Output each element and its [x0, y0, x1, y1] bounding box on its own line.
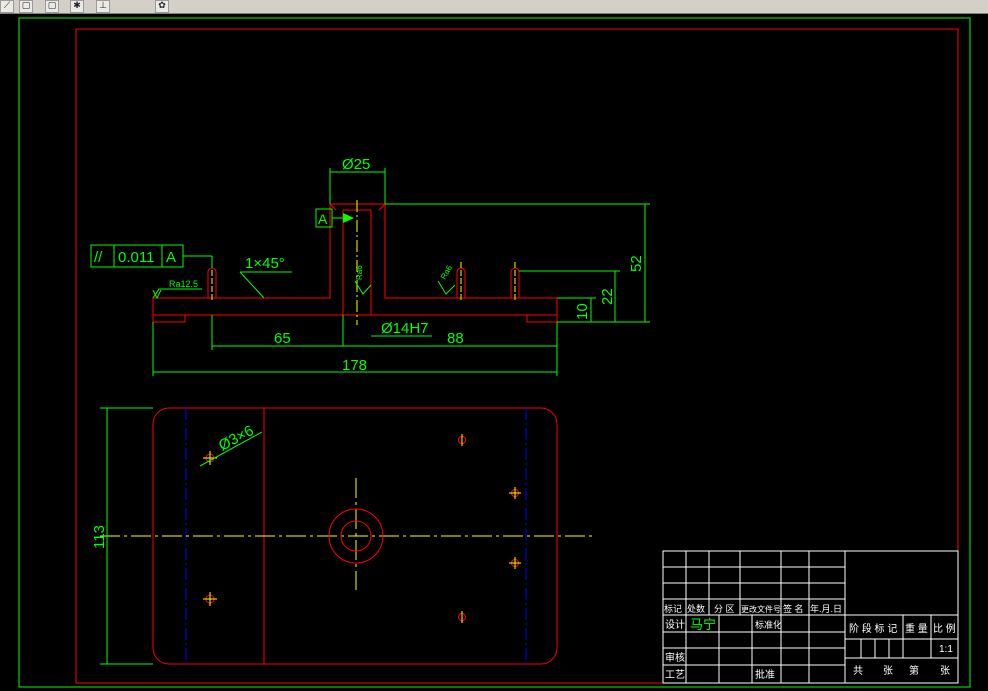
front-view: [152, 200, 558, 325]
designer-name: 马宁: [690, 617, 716, 632]
sheet-total-label: 共: [853, 665, 863, 677]
dim-52: 52: [628, 255, 645, 272]
snap-icon[interactable]: ✱: [70, 0, 84, 13]
scale-label: 比 例: [933, 622, 956, 635]
roughness-left: Ra12.5: [169, 279, 198, 289]
drawing-canvas[interactable]: Ø25 A // 0.011 A 1×45° Ra12.5 Ra6 Ra6 65…: [0, 14, 988, 691]
process-label: 工艺: [665, 669, 685, 681]
header-mark: 标记: [664, 603, 682, 614]
roughness-mid: Ra6: [355, 265, 364, 280]
tolerance-datum: A: [166, 249, 176, 266]
scale-value: 1:1: [939, 644, 953, 655]
dim-holes: Ø3×6: [216, 422, 257, 454]
dim-top-diameter: Ø25: [342, 156, 370, 173]
dim-bore: Ø14H7: [381, 320, 429, 337]
inner-frame: [75, 28, 959, 684]
paste-icon[interactable]: ▢: [45, 0, 59, 13]
draw-icon[interactable]: ⟋: [0, 0, 14, 13]
copy-icon[interactable]: ▢: [19, 0, 33, 13]
weight-label: 重 量: [905, 622, 928, 635]
toolbar: ⟋ ▢ ▢ ✱ ⊥ ✿: [0, 0, 988, 14]
roughness-right: Ra6: [439, 263, 454, 281]
review-label: 审核: [665, 651, 685, 664]
part-outline: [152, 203, 558, 323]
datum-triangle: [343, 213, 354, 223]
header-count: 处数: [687, 603, 705, 614]
datum-label: A: [318, 211, 328, 227]
tolerance-value: 0.011: [118, 249, 154, 266]
outer-frame: [18, 17, 971, 688]
header-sign: 签 名: [783, 603, 804, 614]
pointer-icon[interactable]: ⊥: [96, 0, 110, 13]
dim-88: 88: [447, 330, 464, 347]
sheet-unit-label-2: 张: [940, 665, 950, 677]
header-change-doc: 更改文件号: [741, 604, 781, 614]
standardize-label: 标准化: [755, 619, 782, 630]
chamfer-label: 1×45°: [245, 255, 285, 272]
chamfer-line: [378, 203, 386, 211]
top-view: [100, 407, 595, 665]
dim-10: 10: [574, 303, 591, 320]
stage-label: 阶 段 标 记: [849, 622, 897, 635]
header-date: 年.月.日: [810, 603, 842, 614]
dim-22: 22: [599, 288, 616, 305]
properties-icon[interactable]: ✿: [155, 0, 169, 13]
dim-178: 178: [342, 357, 367, 374]
sheet-no-label: 第: [909, 664, 919, 677]
dim-65: 65: [274, 330, 291, 347]
design-label: 设计: [665, 618, 685, 631]
tolerance-symbol: //: [94, 249, 103, 266]
dim-113: 113: [91, 525, 108, 549]
header-zone: 分 区: [714, 604, 735, 614]
front-labels: Ø25 A // 0.011 A 1×45° Ra12.5 Ra6 Ra6 65…: [94, 156, 645, 374]
sheet-unit-label: 张: [883, 665, 893, 677]
approve-label: 批准: [755, 668, 775, 681]
